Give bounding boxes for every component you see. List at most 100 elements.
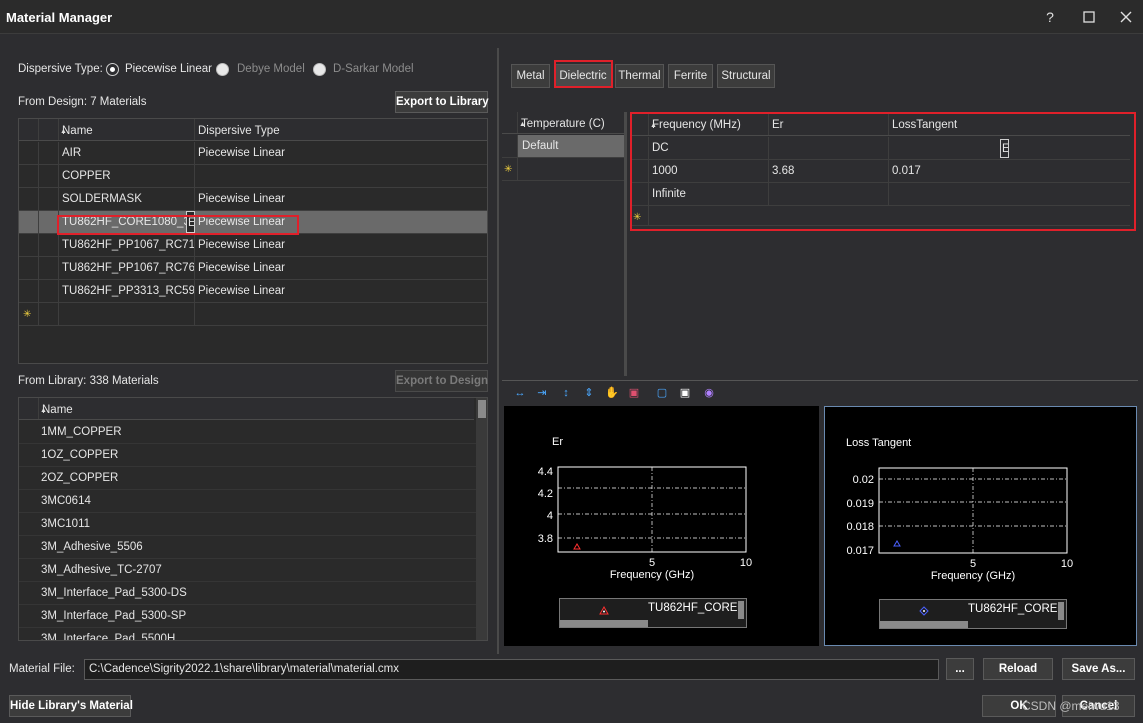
save-as-button[interactable]: Save As... [1062, 658, 1135, 680]
material-name[interactable]: SOLDERMASK [59, 188, 195, 210]
radio-debye-model-label[interactable]: Debye Model [237, 63, 305, 75]
x-tick-label: 10 [740, 557, 752, 569]
list-item[interactable]: 3MC0614 [19, 490, 476, 513]
right-panel: Metal Dielectric Thermal Ferrite Structu… [499, 48, 1143, 654]
table-row[interactable]: TU862HF_PP1067_RC76... Piecewise Linear [19, 257, 487, 280]
fit-all-icon[interactable]: ▣ [677, 385, 693, 401]
list-item[interactable]: 3M_Adhesive_TC-2707 [19, 559, 476, 582]
x-tick-label: 10 [1061, 558, 1073, 570]
export-to-library-button[interactable]: Export to Library [395, 91, 489, 113]
loss-tangent-plot-legend[interactable]: TU862HF_CORE1 [879, 599, 1067, 629]
table-row[interactable]: TU862HF_PP3313_RC59... Piecewise Linear [19, 280, 487, 303]
material-dispersive-type[interactable]: Piecewise Linear [195, 234, 487, 256]
er-plot: Er 4.4 4.2 4 3.8 5 10 Frequency (GHz) TU… [504, 406, 819, 646]
list-item[interactable]: 3MC1011 [19, 513, 476, 536]
table-row[interactable]: SOLDERMASK Piecewise Linear [19, 188, 487, 211]
design-col-name[interactable]: ▲ Name [59, 119, 195, 140]
tab-thermal[interactable]: Thermal [615, 64, 664, 88]
design-col-dispersive-type[interactable]: Dispersive Type [195, 119, 487, 140]
radio-piecewise-linear-label[interactable]: Piecewise Linear [125, 63, 212, 75]
library-table-header: ▲ Name [19, 398, 474, 420]
data-marker [573, 543, 581, 550]
temperature-header: ▲ Temperature (C) [502, 112, 624, 134]
list-item[interactable]: 1OZ_COPPER [19, 444, 476, 467]
scrollbar-thumb[interactable] [478, 400, 486, 418]
y-tick-label: 0.019 [846, 498, 874, 510]
reload-button[interactable]: Reload [983, 658, 1053, 680]
y-tick-label: 4 [547, 510, 553, 522]
legend-scrollbar[interactable] [880, 621, 968, 628]
material-dispersive-type[interactable]: Piecewise Linear [195, 142, 487, 164]
pan-horizontal-icon[interactable]: ↔ [512, 385, 528, 401]
list-item[interactable]: 3M_Adhesive_5506 [19, 536, 476, 559]
legend-scrollbar[interactable] [560, 620, 648, 627]
material-name[interactable]: COPPER [59, 165, 195, 187]
close-button[interactable] [1116, 8, 1136, 26]
left-panel: Dispersive Type: Piecewise Linear Debye … [0, 34, 497, 654]
library-col-name[interactable]: ▲ Name [39, 398, 476, 419]
dispersive-type-label: Dispersive Type: [18, 63, 103, 75]
legend-marker-icon [599, 605, 609, 615]
tab-ferrite[interactable]: Ferrite [668, 64, 713, 88]
help-button[interactable]: ? [1040, 8, 1060, 26]
list-item[interactable]: 2OZ_COPPER [19, 467, 476, 490]
export-to-design-button[interactable]: Export to Design [395, 370, 488, 392]
new-row[interactable]: ✳ [502, 158, 624, 181]
new-row[interactable]: ✳ [19, 303, 487, 326]
material-dispersive-type[interactable]: Piecewise Linear [195, 280, 487, 302]
design-materials-label: From Design: 7 Materials [18, 96, 147, 108]
material-name[interactable]: AIR [59, 142, 195, 164]
tab-metal[interactable]: Metal [511, 64, 550, 88]
hand-icon[interactable]: ✋ [604, 385, 620, 401]
pan-vertical-icon[interactable]: ↕ [558, 385, 574, 401]
x-tick-label: 5 [970, 558, 976, 570]
y-tick-label: 0.018 [846, 521, 874, 533]
zoom-horizontal-icon[interactable]: ⇥ [534, 385, 550, 401]
temperature-value[interactable]: Default [518, 135, 624, 157]
list-item[interactable]: 3M_Interface_Pad_5500H [19, 628, 476, 640]
radio-piecewise-linear[interactable] [106, 63, 119, 76]
zoom-vertical-icon[interactable]: ⇕ [581, 385, 597, 401]
hide-library-button[interactable]: Hide Library's Material [9, 695, 133, 717]
temperature-col[interactable]: ▲ Temperature (C) [518, 112, 624, 133]
material-file-path-input[interactable]: C:\Cadence\Sigrity2022.1\share\library\m… [84, 659, 939, 680]
loss-tangent-plot: Loss Tangent 0.02 0.019 0.018 0.017 5 10… [824, 406, 1137, 646]
list-item[interactable]: 3M_Interface_Pad_5300-DS [19, 582, 476, 605]
zoom-box-icon[interactable]: ▣ [626, 385, 642, 401]
y-tick-label: 0.017 [846, 545, 874, 557]
table-row[interactable]: TU862HF_PP1067_RC71... Piecewise Linear [19, 234, 487, 257]
table-row[interactable]: Default [502, 135, 624, 158]
radio-debye-model[interactable] [216, 63, 229, 76]
table-row[interactable]: AIR Piecewise Linear [19, 142, 487, 165]
maximize-button[interactable] [1079, 8, 1099, 26]
list-item[interactable]: 3M_Interface_Pad_5300-SP [19, 605, 476, 628]
legend-scroll-grip[interactable] [1058, 602, 1064, 620]
legend-marker-icon [919, 606, 929, 616]
material-name[interactable]: TU862HF_PP3313_RC59... [59, 280, 195, 302]
highlight-box [630, 112, 1136, 231]
tab-structural[interactable]: Structural [717, 64, 775, 88]
browse-button[interactable]: ... [946, 658, 974, 680]
sort-asc-icon: ▲ [519, 121, 526, 128]
close-icon [1120, 11, 1132, 23]
title-bar: Material Manager ? [0, 0, 1143, 34]
list-item[interactable]: 1MM_COPPER [19, 421, 476, 444]
material-dispersive-type[interactable]: Piecewise Linear [195, 257, 487, 279]
legend-scroll-grip[interactable] [738, 601, 744, 619]
er-plot-legend[interactable]: TU862HF_CORE1 [559, 598, 747, 628]
material-dispersive-type[interactable]: Piecewise Linear [195, 188, 487, 210]
plot-title: Loss Tangent [846, 437, 912, 449]
material-dispersive-type[interactable] [195, 165, 487, 187]
design-materials-table: ▲ Name Dispersive Type AIR Piecewise Lin… [18, 118, 488, 364]
new-row-icon: ✳ [502, 158, 518, 180]
table-row[interactable]: COPPER [19, 165, 487, 188]
radio-d-sarkar-model[interactable] [313, 63, 326, 76]
material-name[interactable]: TU862HF_PP1067_RC71... [59, 234, 195, 256]
fit-window-icon[interactable]: ▢ [654, 385, 670, 401]
grid-toggle-icon[interactable]: ◉ [701, 385, 717, 401]
legend-label: TU862HF_CORE1 [968, 603, 1064, 615]
library-scrollbar[interactable] [476, 398, 487, 640]
library-materials-label: From Library: 338 Materials [18, 375, 159, 387]
material-name[interactable]: TU862HF_PP1067_RC76... [59, 257, 195, 279]
radio-d-sarkar-model-label[interactable]: D-Sarkar Model [333, 63, 414, 75]
